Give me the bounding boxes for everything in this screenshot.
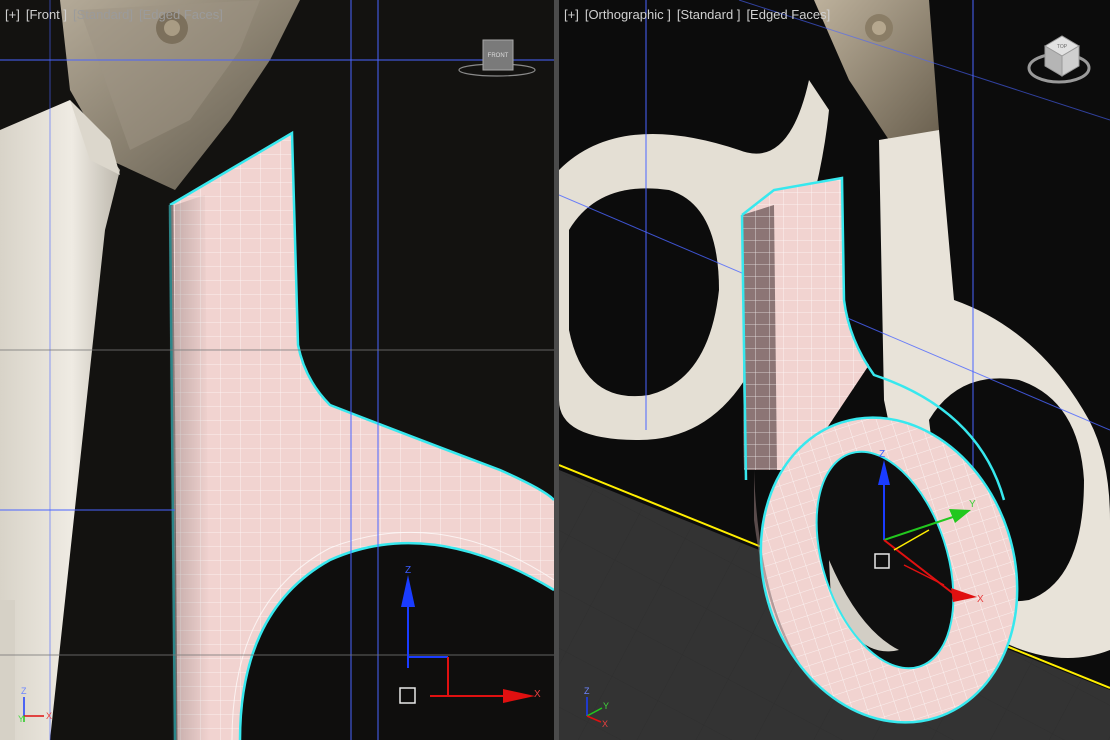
tripod-y-label: Y bbox=[603, 701, 609, 711]
tripod-z-label: Z bbox=[584, 686, 590, 696]
app-window: Z X Z X Y FRONT [+] [Front ] [Standard] … bbox=[0, 0, 1110, 740]
shading-mode-button[interactable]: [Standard ] bbox=[676, 6, 742, 24]
tripod-y-label: Y bbox=[18, 714, 24, 724]
edged-faces-button[interactable]: [Edged Faces] bbox=[138, 6, 224, 24]
viewport-menu-button[interactable]: [+] bbox=[563, 6, 580, 24]
front-viewport-scene: Z X Z X Y FRONT bbox=[0, 0, 554, 740]
shading-mode-button[interactable]: [Standard] bbox=[72, 6, 134, 24]
tripod-x-label: X bbox=[602, 719, 608, 729]
front-viewport[interactable]: Z X Z X Y FRONT [+] [Front ] [Standard] … bbox=[0, 0, 554, 740]
viewcube-face-label: TOP bbox=[1057, 44, 1068, 50]
tripod-x-label: X bbox=[46, 711, 52, 721]
viewcube-face-label: FRONT bbox=[488, 53, 509, 59]
gizmo-x-label: X bbox=[534, 689, 541, 700]
gizmo-x-label: X bbox=[977, 594, 984, 605]
gizmo-z-label: Z bbox=[879, 449, 885, 460]
edged-faces-button[interactable]: [Edged Faces] bbox=[745, 6, 831, 24]
view-type-button[interactable]: [Orthographic ] bbox=[584, 6, 672, 24]
gizmo-y-label: Y bbox=[969, 499, 976, 510]
tripod-z-label: Z bbox=[21, 686, 27, 696]
viewport-menu-button[interactable]: [+] bbox=[4, 6, 21, 24]
gizmo-z-label: Z bbox=[405, 565, 411, 576]
front-viewport-label: [+] [Front ] [Standard] [Edged Faces] bbox=[4, 6, 224, 24]
view-type-button[interactable]: [Front ] bbox=[25, 6, 68, 24]
orthographic-viewport[interactable]: Z Y X Z Y X TOP [+] [Orthographic] [Sta… bbox=[559, 0, 1110, 740]
orthographic-viewport-label: [+] [Orthographic ] [Standard ] [Edged F… bbox=[563, 6, 831, 24]
orthographic-viewport-scene: Z Y X Z Y X TOP bbox=[559, 0, 1110, 740]
